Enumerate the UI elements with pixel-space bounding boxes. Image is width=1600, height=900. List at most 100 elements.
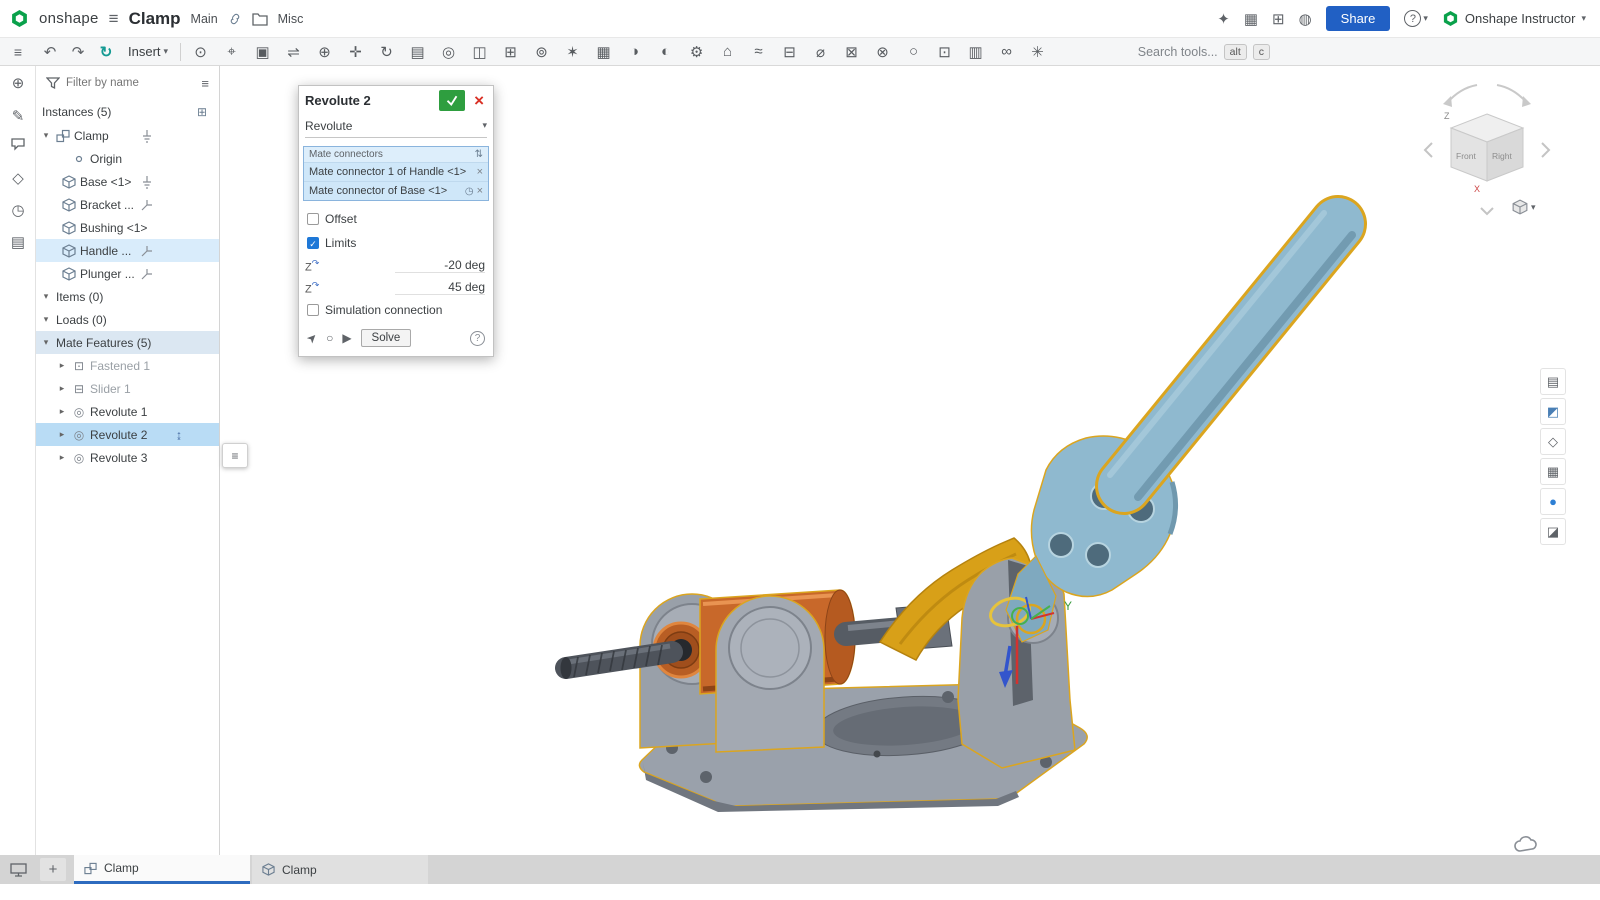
mass-properties-icon[interactable]: ⊠	[836, 43, 867, 61]
chevron-right-icon[interactable]: ▸	[56, 429, 68, 440]
chevron-right-icon[interactable]: ▸	[56, 383, 68, 394]
mate-icon[interactable]: ⊙	[185, 43, 216, 61]
bom-icon[interactable]: ▦	[588, 43, 619, 61]
tree-item-revolute-3[interactable]: ▸ ◎ Revolute 3	[36, 446, 219, 469]
rotate-left-arrow[interactable]	[1425, 143, 1432, 157]
selection-list-button[interactable]: ≡	[222, 443, 248, 468]
mate-type-select[interactable]: Revolute ▾	[305, 114, 487, 138]
search-tools[interactable]: Search tools... alt c	[1138, 44, 1270, 60]
insert-tool-icon[interactable]: ⊕	[0, 74, 36, 92]
limits-checkbox[interactable]: ✓	[307, 237, 319, 249]
chevron-right-icon[interactable]: ▸	[56, 452, 68, 463]
insert-part-icon[interactable]: ⊞	[495, 43, 526, 61]
tab-assembly-clamp[interactable]: Clamp	[74, 855, 250, 884]
simulation-checkbox[interactable]	[307, 304, 319, 316]
mate-connector-item[interactable]: Mate connector 1 of Handle <1> ×	[304, 162, 488, 181]
preview-loop-icon[interactable]: ○	[326, 331, 333, 345]
reorder-icon[interactable]: ⇅	[475, 149, 483, 160]
chevron-right-icon[interactable]: ▸	[56, 406, 68, 417]
snap-mode-icon[interactable]: ⊕	[309, 43, 340, 61]
tree-item-revolute-2[interactable]: ▸ ◎ Revolute 2 ↨	[36, 423, 219, 446]
group-icon[interactable]: ▣	[247, 43, 278, 61]
grid-settings-icon[interactable]: ▦	[1540, 458, 1566, 485]
filter-icon[interactable]	[46, 76, 60, 90]
view-cube[interactable]: Front Right Z X	[1425, 85, 1549, 214]
account-menu[interactable]: Onshape Instructor ▾	[1442, 10, 1586, 27]
tree-item-handle[interactable]: Handle ...	[36, 239, 219, 262]
redo-button[interactable]: ↷	[64, 43, 92, 61]
confirm-button[interactable]	[439, 90, 465, 111]
view-options-button[interactable]: ▾	[1512, 199, 1536, 215]
filter-input[interactable]	[66, 77, 195, 89]
folder-icon[interactable]	[252, 12, 268, 26]
mate-relation-icon[interactable]: ⇌	[278, 43, 309, 61]
limit-max-input[interactable]	[395, 280, 485, 295]
mate-connector-item[interactable]: Mate connector of Base <1> ◷ ×	[304, 181, 488, 200]
remove-icon[interactable]: ×	[474, 185, 483, 197]
history-icon[interactable]: ◷	[0, 201, 36, 219]
configurations-icon[interactable]: ⚙	[681, 43, 712, 61]
simulation-icon[interactable]: ≈	[743, 43, 774, 60]
comments-icon[interactable]	[0, 136, 36, 156]
tree-item-origin[interactable]: Origin	[36, 147, 219, 170]
tree-view-options-icon[interactable]: ≡	[201, 76, 209, 91]
instance-configuration-icon[interactable]: ⊞	[197, 105, 207, 119]
interference-icon[interactable]: ⊗	[867, 43, 898, 61]
circular-pattern-icon[interactable]: ◎	[433, 43, 464, 61]
tree-item-fastened-1[interactable]: ▸ ⊡ Fastened 1	[36, 354, 219, 377]
handle-part[interactable]	[1006, 213, 1352, 642]
tree-item-clamp[interactable]: ▾ Clamp	[36, 124, 219, 147]
limits-option[interactable]: ✓ Limits	[299, 231, 493, 255]
chevron-right-icon[interactable]: ▸	[56, 360, 68, 371]
share-button[interactable]: Share	[1326, 6, 1391, 31]
properties-icon[interactable]: ▤	[0, 233, 36, 251]
workspace-name[interactable]: Main	[191, 12, 218, 26]
offset-option[interactable]: Offset	[299, 207, 493, 231]
gear-icon[interactable]: ✳	[1022, 43, 1053, 61]
linear-pattern-icon[interactable]: ▤	[402, 43, 433, 61]
material-sphere-icon[interactable]: ●	[1540, 488, 1566, 515]
explode-icon[interactable]: ✶	[557, 43, 588, 61]
onshape-logo-icon[interactable]	[10, 9, 29, 28]
pin-icon[interactable]: ➤	[304, 330, 321, 347]
appearance-icon[interactable]: ◑	[619, 43, 650, 60]
remove-icon[interactable]: ×	[474, 166, 483, 178]
main-menu-icon[interactable]: ≡	[109, 9, 119, 29]
tree-item-revolute-1[interactable]: ▸ ◎ Revolute 1	[36, 400, 219, 423]
tab-part-studio-clamp[interactable]: Clamp	[252, 855, 428, 884]
folder-name[interactable]: Misc	[278, 12, 304, 26]
named-positions-icon[interactable]: ⌂	[712, 43, 743, 60]
rotate-ccw-arrow[interactable]	[1447, 85, 1477, 103]
app-grid-icon[interactable]: ⊞	[1272, 10, 1285, 28]
cancel-button[interactable]: ×	[471, 92, 487, 109]
viewcube-right-face[interactable]: Right	[1492, 151, 1512, 161]
rotate-right-arrow[interactable]	[1542, 143, 1549, 157]
hole-icon[interactable]: ○	[898, 43, 929, 60]
share-link-icon[interactable]	[228, 12, 242, 26]
animate-play-icon[interactable]: ▶	[342, 331, 351, 345]
help-menu[interactable]: ? ▾	[1404, 10, 1428, 27]
fastener-icon[interactable]: ⊡	[929, 43, 960, 61]
help-icon[interactable]: ?	[1404, 10, 1421, 27]
bushing-part[interactable]	[640, 590, 855, 752]
chevron-down-icon[interactable]: ▾	[40, 314, 52, 325]
feature-list-toggle-icon[interactable]: ≡	[0, 44, 36, 60]
undo-button[interactable]: ↶	[36, 43, 64, 61]
tree-item-bushing[interactable]: Bushing <1>	[36, 216, 219, 239]
mirror-icon[interactable]: ◫	[464, 43, 495, 61]
rotate-part-icon[interactable]: ↻	[371, 43, 402, 61]
tree-item-slider-1[interactable]: ▸ ⊟ Slider 1	[36, 377, 219, 400]
display-states-icon[interactable]: ◐	[650, 43, 681, 60]
render-settings-icon[interactable]: ◪	[1540, 518, 1566, 545]
rotate-cw-arrow[interactable]	[1497, 85, 1527, 103]
chevron-down-icon[interactable]: ▾	[40, 291, 52, 302]
limit-min-input[interactable]	[395, 258, 485, 273]
insert-button[interactable]: Insert ▾	[120, 44, 176, 59]
replicate-icon[interactable]: ⊚	[526, 43, 557, 61]
dialog-help-icon[interactable]: ?	[470, 331, 485, 346]
display-options-icon[interactable]: ◇	[1540, 428, 1566, 455]
tree-item-plunger[interactable]: Plunger ...	[36, 262, 219, 285]
measure-icon[interactable]: ⌀	[805, 43, 836, 61]
offset-checkbox[interactable]	[307, 213, 319, 225]
section-view-icon[interactable]: ⊟	[774, 43, 805, 61]
